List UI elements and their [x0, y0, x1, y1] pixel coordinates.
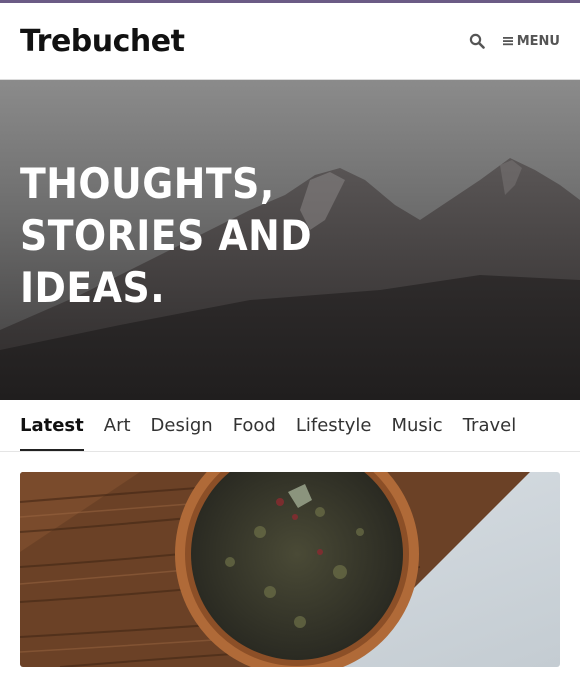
site-logo[interactable]: Trebuchet: [20, 24, 185, 59]
header-actions: MENU: [469, 33, 560, 49]
tab-food[interactable]: Food: [233, 400, 276, 451]
tea-bowl-image: [20, 472, 560, 667]
tab-travel[interactable]: Travel: [463, 400, 517, 451]
hero-title-line: STORIES AND: [20, 211, 313, 260]
post-thumbnail[interactable]: [20, 472, 560, 667]
hero-title-line: IDEAS.: [20, 263, 166, 312]
hero-title-line: THOUGHTS,: [20, 159, 275, 208]
hero-title: THOUGHTS, STORIES AND IDEAS.: [20, 158, 320, 314]
category-tabs: Latest Art Design Food Lifestyle Music T…: [0, 400, 580, 452]
tab-design[interactable]: Design: [151, 400, 213, 451]
search-icon[interactable]: [469, 33, 485, 49]
tab-lifestyle[interactable]: Lifestyle: [296, 400, 372, 451]
menu-label: MENU: [516, 33, 560, 49]
tab-music[interactable]: Music: [391, 400, 442, 451]
tab-latest[interactable]: Latest: [20, 400, 84, 451]
hero-banner: THOUGHTS, STORIES AND IDEAS.: [0, 80, 580, 400]
tab-art[interactable]: Art: [104, 400, 131, 451]
hamburger-icon: [502, 37, 513, 46]
site-header: Trebuchet MENU: [0, 3, 580, 80]
menu-button[interactable]: MENU: [502, 33, 560, 49]
